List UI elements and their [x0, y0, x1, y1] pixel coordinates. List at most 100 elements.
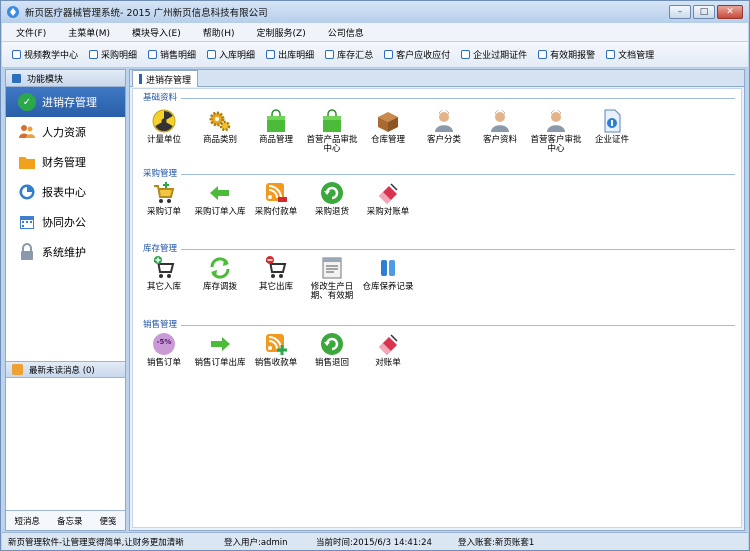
module-sales-order-outbound[interactable]: 销售订单出库 — [191, 332, 249, 368]
menu-help[interactable]: 帮助(H) — [189, 26, 243, 39]
cart-plus-icon — [152, 256, 176, 280]
menu-company-info[interactable]: 公司信息 — [314, 26, 372, 39]
eraser-icon — [376, 181, 400, 205]
sidebar-item-hr[interactable]: 人力资源 — [6, 117, 125, 147]
unread-messages-bar[interactable]: 最新未读消息 (0) — [6, 361, 125, 378]
module-first-product-approval[interactable]: 首营产品审批中心 — [303, 109, 361, 154]
sidebar-item-system[interactable]: 系统维护 — [6, 237, 125, 267]
checkbox-icon — [12, 50, 21, 59]
warehouse-box-icon — [376, 109, 400, 133]
module-stock-transfer[interactable]: 库存调拨 — [191, 256, 249, 292]
module-enterprise-certificates[interactable]: 企业证件 — [583, 109, 641, 145]
module-edit-production-date[interactable]: 修改生产日期、有效期 — [303, 256, 361, 301]
module-sales-receipt[interactable]: 销售收款单 — [247, 332, 305, 368]
app-logo-icon — [7, 6, 19, 18]
sidebar-item-inventory[interactable]: ✓ 进销存管理 — [6, 87, 125, 117]
person-icon — [544, 109, 568, 133]
person-icon — [432, 109, 456, 133]
section-sales-management: 销售管理 -5% 销售订单 销售订单出库 销售收款单 销售退回 对账单 — [133, 318, 743, 388]
module-product-category[interactable]: 商品类别 — [191, 109, 249, 145]
section-title: 销售管理 — [143, 318, 182, 330]
sidebar-item-reports[interactable]: 报表中心 — [6, 177, 125, 207]
toolbar-expiry-alert[interactable]: 有效期报警 — [538, 48, 595, 61]
sidebar-footer: 短消息 备忘录 便笺 — [6, 510, 125, 530]
menu-custom-service[interactable]: 定制服务(Z) — [243, 26, 314, 39]
menu-file[interactable]: 文件(F) — [2, 26, 54, 39]
short-message-link[interactable]: 短消息 — [14, 515, 40, 527]
module-sales-order[interactable]: -5% 销售订单 — [135, 332, 193, 368]
maximize-button[interactable]: □ — [693, 5, 715, 19]
toolbar-purchase-detail[interactable]: 采购明细 — [89, 48, 137, 61]
document-icon — [320, 256, 344, 280]
section-divider — [143, 174, 735, 175]
menu-main[interactable]: 主菜单(M) — [54, 26, 118, 39]
toolbar-inbound-detail[interactable]: 入库明细 — [207, 48, 255, 61]
module-purchase-return[interactable]: 采购退货 — [303, 181, 361, 217]
module-customer-category[interactable]: 客户分类 — [415, 109, 473, 145]
title-bar: 新页医疗器械管理系统- 2015 广州新页信息科技有限公司 – □ ✕ — [1, 1, 749, 23]
toolbar-expired-certificates[interactable]: 企业过期证件 — [461, 48, 527, 61]
pillars-icon — [376, 256, 400, 280]
rss-icon — [264, 181, 288, 205]
checkbox-icon — [325, 50, 335, 59]
module-unit-of-measure[interactable]: 计量单位 — [135, 109, 193, 145]
arrow-left-icon — [208, 181, 232, 205]
tab-strip: 进销存管理 — [130, 70, 744, 87]
module-statement[interactable]: 对账单 — [359, 332, 417, 368]
module-purchase-payment[interactable]: 采购付款单 — [247, 181, 305, 217]
status-bar: 新页管理软件-让管理变得简单,让财务更加清晰 登入用户:admin 当前时间:2… — [2, 532, 748, 550]
gears-icon — [208, 109, 232, 133]
module-warehouse-maintenance[interactable]: 仓库保养记录 — [359, 256, 417, 292]
module-warehouse-management[interactable]: 仓库管理 — [359, 109, 417, 145]
cart-add-icon — [152, 181, 176, 205]
tab-inventory-management[interactable]: 进销存管理 — [132, 70, 199, 87]
module-purchase-order-inbound[interactable]: 采购订单入库 — [191, 181, 249, 217]
memo-link[interactable]: 备忘录 — [57, 515, 83, 527]
arrow-right-icon — [208, 332, 232, 356]
section-divider — [143, 249, 735, 250]
close-button[interactable]: ✕ — [717, 5, 743, 19]
checkbox-icon — [89, 50, 99, 59]
section-divider — [143, 98, 735, 99]
status-time: 当前时间:2015/6/3 14:41:24 — [316, 537, 432, 548]
module-other-inbound[interactable]: 其它入库 — [135, 256, 193, 292]
sticky-note-link[interactable]: 便笺 — [99, 515, 116, 527]
status-account: 登入账套:新页账套1 — [458, 537, 535, 548]
checkbox-icon — [148, 50, 158, 59]
minimize-button[interactable]: – — [669, 5, 691, 19]
toolbar-inventory-summary[interactable]: 库存汇总 — [325, 48, 373, 61]
sync-icon — [208, 256, 232, 280]
checkbox-icon — [384, 50, 394, 59]
toolbar-outbound-detail[interactable]: 出库明细 — [266, 48, 314, 61]
section-basic-data: 基础资料 计量单位 商品类别 商品管理 首营产品审批中心 仓库管理 客户分类 客… — [133, 91, 743, 163]
toolbar-sales-detail[interactable]: 销售明细 — [148, 48, 196, 61]
section-title: 库存管理 — [143, 242, 182, 254]
refresh-circle-icon — [320, 181, 344, 205]
tab-marker-icon — [139, 74, 142, 84]
report-icon — [18, 183, 36, 201]
toolbar-video-tutorials[interactable]: 视频教学中心 — [12, 48, 78, 61]
toolbar-receivables-payables[interactable]: 客户应收应付 — [384, 48, 450, 61]
module-purchase-order[interactable]: 采购订单 — [135, 181, 193, 217]
checkbox-icon — [538, 50, 548, 59]
menu-bar: 文件(F) 主菜单(M) 模块导入(E) 帮助(H) 定制服务(Z) 公司信息 — [2, 23, 748, 41]
checkbox-icon — [266, 50, 276, 59]
sidebar-item-office[interactable]: 协同办公 — [6, 207, 125, 237]
module-product-management[interactable]: 商品管理 — [247, 109, 305, 145]
window-title: 新页医疗器械管理系统- 2015 广州新页信息科技有限公司 — [25, 8, 268, 19]
radiation-icon — [152, 109, 176, 133]
menu-module-import[interactable]: 模块导入(E) — [118, 26, 189, 39]
section-inventory-management: 库存管理 其它入库 库存调拨 其它出库 修改生产日期、有效期 仓库保养记录 — [133, 242, 743, 314]
module-sales-return[interactable]: 销售退回 — [303, 332, 361, 368]
module-customer-data[interactable]: 客户资料 — [471, 109, 529, 145]
checkbox-icon — [606, 50, 616, 59]
module-first-customer-approval[interactable]: 首营客户审批中心 — [527, 109, 585, 154]
module-purchase-statement[interactable]: 采购对账单 — [359, 181, 417, 217]
module-other-outbound[interactable]: 其它出库 — [247, 256, 305, 292]
module-icon — [12, 73, 21, 83]
toolbar-document-management[interactable]: 文档管理 — [606, 48, 654, 61]
certificate-icon — [600, 109, 624, 133]
sidebar-item-finance[interactable]: 财务管理 — [6, 147, 125, 177]
person-icon — [488, 109, 512, 133]
checkbox-icon — [207, 50, 217, 59]
